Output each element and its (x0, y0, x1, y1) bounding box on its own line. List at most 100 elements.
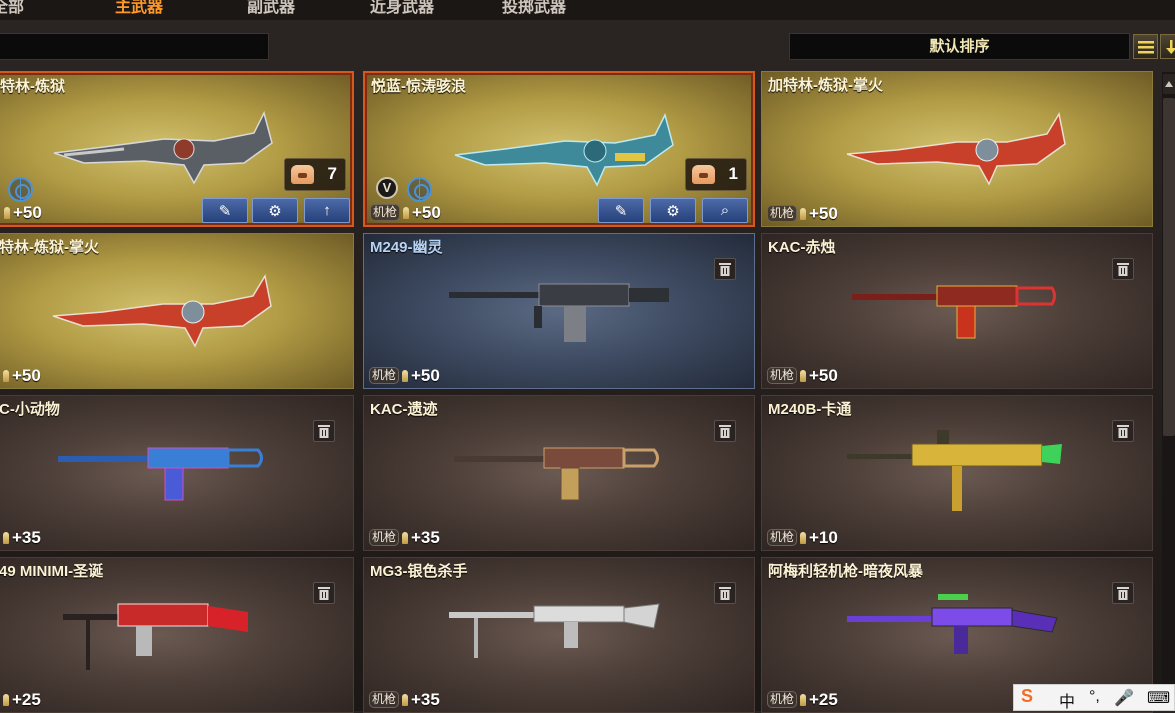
delete-button[interactable] (714, 258, 736, 280)
weapon-card[interactable]: 49 MINIMI-圣诞 +25 (0, 557, 354, 713)
up-arrow-icon: ↑ (323, 202, 331, 219)
bullet-icon (3, 370, 9, 382)
delete-button[interactable] (313, 420, 335, 442)
ammo-count: +50 (412, 203, 441, 222)
weapon-image (53, 110, 273, 185)
weapon-type-tag: 机枪 (369, 691, 400, 708)
bullet-icon (403, 207, 409, 219)
weapon-type-tag: 机枪 (767, 367, 798, 384)
weapon-card[interactable]: C-小动物 +35 (0, 395, 354, 551)
tab-secondary-weapon[interactable]: 副武器 (247, 0, 295, 16)
inspect-button[interactable]: ⌕ (702, 198, 748, 223)
weapon-name: 49 MINIMI-圣诞 (0, 563, 104, 580)
list-view-icon (1138, 41, 1154, 54)
weapon-card[interactable]: 悦蓝-惊涛骇浪 V 机枪 +50 1 ✎ ⚙ ⌕ (363, 71, 755, 227)
repair-button[interactable]: ✎ (598, 198, 644, 223)
gear-icon: ⚙ (268, 203, 282, 220)
keyboard-icon[interactable]: ⌨ (1147, 688, 1170, 708)
weapon-image (847, 594, 1058, 654)
weapon-card[interactable]: KAC-赤烛 机枪 +50 (761, 233, 1153, 389)
item-count: 7 (327, 164, 337, 183)
weapon-card[interactable]: KAC-遗迹 机枪 +35 (363, 395, 755, 551)
magnifier-icon: ⌕ (720, 202, 730, 219)
sogou-logo-icon[interactable]: S (1021, 686, 1033, 707)
item-count-badge: 7 (284, 158, 346, 191)
scroll-up-button[interactable] (1163, 74, 1175, 94)
trash-icon (318, 587, 330, 600)
settings-button[interactable]: ⚙ (650, 198, 696, 223)
delete-button[interactable] (714, 420, 736, 442)
bullet-icon (800, 694, 806, 706)
upgrade-button[interactable]: ↑ (304, 198, 350, 223)
ime-language-toggle[interactable]: 中 (1059, 688, 1075, 712)
repair-button[interactable]: ✎ (202, 198, 248, 223)
scrollbar-thumb[interactable] (1163, 98, 1175, 436)
weapon-image (52, 273, 272, 348)
target-icon (407, 177, 432, 202)
weapon-category-tabs: 全部 主武器 副武器 近身武器 投掷武器 (0, 0, 1175, 20)
tab-melee-weapon[interactable]: 近身武器 (370, 0, 434, 16)
search-input[interactable] (0, 33, 269, 60)
wrench-icon: ✎ (218, 203, 232, 220)
weapon-image (58, 447, 263, 501)
sort-dropdown[interactable]: 默认排序 (789, 33, 1130, 60)
weapon-card[interactable]: MG3-银色杀手 机枪 +35 (363, 557, 755, 713)
weapon-image (847, 430, 1062, 511)
microphone-icon[interactable]: 🎤 (1114, 688, 1134, 708)
delete-button[interactable] (1112, 420, 1134, 442)
bag-icon (291, 165, 314, 184)
weapon-name: KAC-遗迹 (370, 401, 438, 418)
bullet-icon (800, 532, 806, 544)
weapon-image (449, 283, 669, 342)
weapon-name: 特林-炼狱-掌火 (0, 239, 99, 256)
ammo-count: +25 (12, 690, 41, 709)
bullet-icon (402, 694, 408, 706)
weapon-name: 悦蓝-惊涛骇浪 (371, 78, 466, 95)
delete-button[interactable] (313, 582, 335, 604)
delete-button[interactable] (714, 582, 736, 604)
ammo-count: +35 (411, 690, 440, 709)
weapon-card[interactable]: 加特林-炼狱-掌火 机枪 +50 (761, 71, 1153, 227)
trash-icon (1117, 425, 1129, 438)
weapon-name: C-小动物 (0, 401, 60, 418)
weapon-type-tag: 机枪 (767, 529, 798, 546)
tab-all[interactable]: 全部 (0, 0, 24, 16)
weapon-name: 阿梅利轻机枪-暗夜风暴 (768, 563, 923, 580)
bullet-icon (3, 532, 9, 544)
ammo-count: +50 (12, 366, 41, 385)
wrench-icon: ✎ (614, 203, 628, 220)
ammo-count: +50 (809, 366, 838, 385)
chevron-up-icon (1165, 81, 1173, 87)
bullet-icon (402, 370, 408, 382)
bullet-icon (3, 694, 9, 706)
weapon-name: M249-幽灵 (370, 239, 443, 256)
weapon-card[interactable]: M249-幽灵 机枪 +50 (363, 233, 755, 389)
weapon-image (454, 112, 674, 187)
weapon-card[interactable]: 特林-炼狱-掌火 +50 (0, 233, 354, 389)
ammo-count: +35 (411, 528, 440, 547)
item-count: 1 (728, 164, 738, 183)
weapon-card[interactable]: 特林-炼狱 +50 7 ✎ ⚙ ↑ (0, 71, 354, 227)
ime-punctuation-toggle[interactable]: °, (1089, 688, 1100, 706)
delete-button[interactable] (1112, 582, 1134, 604)
settings-button[interactable]: ⚙ (252, 198, 298, 223)
weapon-image (454, 447, 659, 501)
gear-icon: ⚙ (666, 203, 680, 220)
trash-icon (719, 587, 731, 600)
bullet-icon (800, 208, 806, 220)
sort-down-icon (1166, 40, 1175, 54)
item-count-badge: 1 (685, 158, 747, 191)
weapon-card[interactable]: M240B-卡通 机枪 +10 (761, 395, 1153, 551)
bullet-icon (800, 370, 806, 382)
ammo-count: +35 (12, 528, 41, 547)
tab-throwing-weapon[interactable]: 投掷武器 (502, 0, 566, 16)
weapon-name: 特林-炼狱 (0, 78, 65, 95)
bag-icon (692, 165, 715, 184)
delete-button[interactable] (1112, 258, 1134, 280)
sort-direction-button[interactable] (1160, 34, 1175, 59)
ime-toolbar: S 中 °, 🎤 ⌨ (1013, 684, 1175, 711)
weapon-name: M240B-卡通 (768, 401, 852, 418)
weapon-image (852, 285, 1056, 339)
tab-primary-weapon[interactable]: 主武器 (115, 0, 163, 16)
list-view-button[interactable] (1133, 34, 1158, 59)
